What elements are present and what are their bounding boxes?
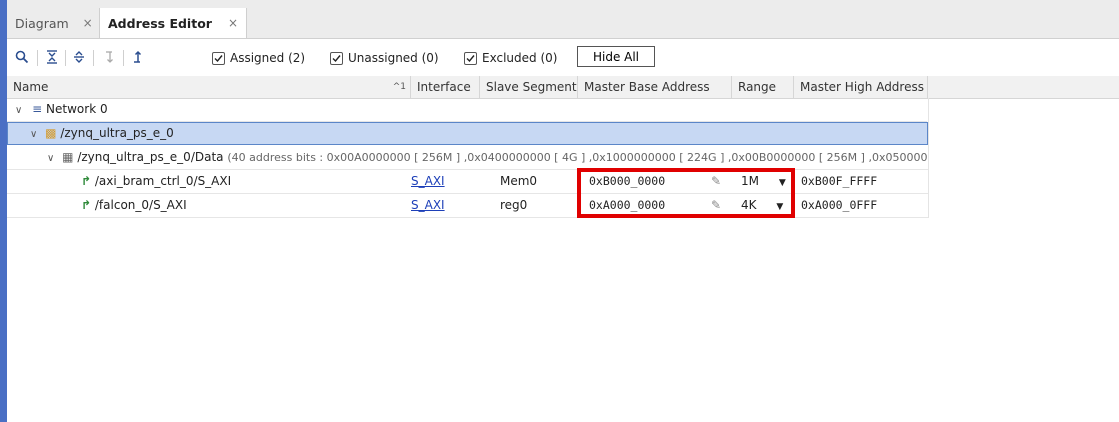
chevron-down-icon[interactable]: ∨ [15,105,22,116]
assigned-checkbox[interactable]: Assigned (2) [212,48,305,68]
address-editor-window: Diagram × Address Editor × Assigned (2) … [7,0,1119,422]
network-label: Network 0 [46,102,108,116]
tab-address-editor-label: Address Editor [108,15,212,31]
row-name: ↱ /falcon_0/S_AXI [81,194,187,217]
col-master-base-header[interactable]: Master Base Address [578,76,732,98]
col-name-label: Name [13,80,49,94]
tree-row-data[interactable]: ∨ ▦ /zynq_ultra_ps_e_0/Data (40 address … [7,146,928,170]
tree-row-ps[interactable]: ∨ ▩ /zynq_ultra_ps_e_0 [7,122,928,145]
sort-indicator: ^1 [392,82,406,92]
tree-row-network[interactable]: ∨ ≡ Network 0 [7,98,927,122]
tab-diagram-label: Diagram [15,15,69,31]
col-master-high-header[interactable]: Master High Address [794,76,928,98]
row-name-label: /axi_bram_ctrl_0/S_AXI [94,174,232,188]
slave-interface-icon: ↱ [81,174,92,188]
unassigned-label: Unassigned (0) [348,51,439,65]
col-range-header[interactable]: Range [732,76,794,98]
tab-address-editor-close-icon[interactable]: × [228,16,238,30]
col-name-header[interactable]: Name ^1 [7,76,411,98]
tab-bar: Diagram × Address Editor × [7,0,1119,39]
table-header: Name ^1 Interface Slave Segment Master B… [7,76,1119,99]
move-down-icon[interactable] [101,48,119,66]
search-icon[interactable] [13,48,31,66]
check-icon [464,51,477,65]
assigned-label: Assigned (2) [230,51,306,65]
excluded-label: Excluded (0) [482,51,558,65]
move-up-icon[interactable] [129,48,147,66]
table-right-border [928,98,929,218]
tab-address-editor[interactable]: Address Editor × [99,8,248,38]
slave-segment-cell: reg0 [500,198,528,212]
hide-all-button[interactable]: Hide All [577,46,655,67]
interface-link[interactable]: S_AXI [411,194,445,217]
processor-icon: ▩ [45,126,57,140]
slave-segment-cell: Mem0 [500,174,538,188]
highlight-box [577,168,795,218]
collapse-all-icon[interactable] [43,48,61,66]
check-icon [212,51,225,65]
interface-link[interactable]: S_AXI [411,170,445,193]
chevron-down-icon[interactable]: ∨ [47,153,54,164]
left-edge-bar [0,0,7,422]
row-name-label: /falcon_0/S_AXI [94,198,187,212]
network-icon: ≡ [32,102,43,116]
data-node: ∨ ▦ /zynq_ultra_ps_e_0/Data (40 address … [47,146,928,169]
slave-interface-icon: ↱ [81,198,92,212]
network-node: ∨ ≡ Network 0 [15,98,108,121]
high-address-cell: 0xB00F_FFFF [801,174,878,188]
tab-diagram-close-icon[interactable]: × [83,16,93,30]
unassigned-checkbox[interactable]: Unassigned (0) [330,48,439,68]
row-name: ↱ /axi_bram_ctrl_0/S_AXI [81,170,231,193]
col-slave-segment-header[interactable]: Slave Segment [480,76,578,98]
expand-all-icon[interactable] [70,48,88,66]
tab-diagram[interactable]: Diagram × [7,8,101,38]
ps-node: ∨ ▩ /zynq_ultra_ps_e_0 [30,122,174,145]
col-interface-header[interactable]: Interface [411,76,480,98]
excluded-checkbox[interactable]: Excluded (0) [464,48,557,68]
check-icon [330,51,343,65]
chevron-down-icon[interactable]: ∨ [30,129,37,140]
ps-label: /zynq_ultra_ps_e_0 [60,126,174,140]
toolbar: Assigned (2) Unassigned (0) Excluded (0)… [7,45,1119,71]
high-address-cell: 0xA000_0FFF [801,198,878,212]
data-description: (40 address bits : 0x00A0000000 [ 256M ]… [227,151,928,164]
data-label: /zynq_ultra_ps_e_0/Data [77,150,224,164]
address-space-icon: ▦ [62,150,74,164]
